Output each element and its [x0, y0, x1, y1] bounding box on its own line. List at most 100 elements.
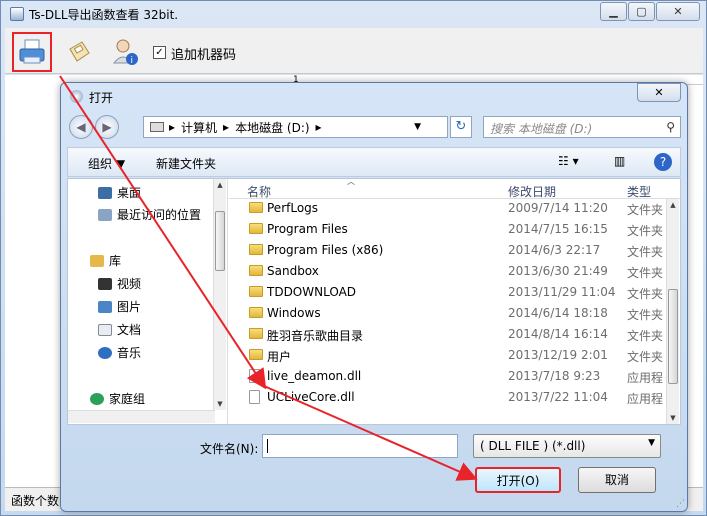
- file-name: Windows: [267, 306, 321, 320]
- file-row[interactable]: 用户 2013/12/19 2:01 文件夹: [229, 345, 669, 366]
- maximize-button[interactable]: ▢: [628, 2, 655, 21]
- view-options-button[interactable]: ☷ ▾: [558, 154, 579, 168]
- navigation-horizontal-scrollbar[interactable]: [68, 410, 215, 423]
- main-toolbar: i ✓ 追加机器码: [5, 28, 703, 74]
- forward-button[interactable]: ▶: [95, 115, 119, 139]
- caption-buttons: ▁ ▢ ✕: [599, 2, 700, 21]
- navigation-scroll-thumb[interactable]: [215, 211, 225, 271]
- file-name: Program Files: [267, 222, 348, 236]
- file-name: live_deamon.dll: [267, 369, 362, 383]
- nav-item-documents[interactable]: 文档: [98, 321, 141, 338]
- user-info-button[interactable]: i: [105, 32, 145, 72]
- chevron-down-icon: ▼: [648, 438, 655, 448]
- filename-input[interactable]: [262, 434, 458, 458]
- save-button[interactable]: [59, 32, 99, 72]
- file-row[interactable]: 胜羽音乐歌曲目录 2014/8/14 16:14 文件夹: [229, 324, 669, 345]
- nav-item-homegroup[interactable]: 家庭组: [90, 390, 145, 407]
- organize-menu[interactable]: 组织 ▼: [88, 155, 125, 172]
- minimize-button[interactable]: ▁: [600, 2, 627, 21]
- address-dropdown-icon[interactable]: ▼: [414, 117, 421, 137]
- open-dll-button[interactable]: [12, 32, 52, 72]
- dll-file-icon: [249, 390, 260, 404]
- file-date: 2013/6/30 21:49: [508, 264, 608, 278]
- filename-label: 文件名(N):: [200, 442, 259, 456]
- file-type: 文件夹: [627, 266, 664, 280]
- file-row[interactable]: Sandbox 2013/6/30 21:49 文件夹: [229, 261, 669, 282]
- file-row[interactable]: TDDOWNLOAD 2013/11/29 11:04 文件夹: [229, 282, 669, 303]
- file-date: 2014/6/3 22:17: [508, 243, 601, 257]
- file-row[interactable]: UCLiveCore.dll 2013/7/22 11:04 应用程: [229, 387, 669, 408]
- file-list: 名称 修改日期 类型 ︿ PerfLogs 2009/7/14 11:20 文件夹 P…: [229, 179, 680, 424]
- file-name: 胜羽音乐歌曲目录: [267, 329, 364, 343]
- file-type-select[interactable]: ( DLL FILE ) (*.dll) ▼: [473, 434, 661, 458]
- breadcrumb-local-disk[interactable]: 本地磁盘 (D:): [235, 119, 309, 136]
- close-button[interactable]: ✕: [656, 2, 700, 21]
- file-type: 文件夹: [627, 308, 664, 322]
- nav-item-pictures[interactable]: 图片: [98, 298, 141, 315]
- scroll-down-icon[interactable]: ▼: [214, 398, 226, 410]
- close-icon: ✕: [654, 86, 664, 99]
- nav-item-library[interactable]: 库: [90, 252, 121, 269]
- dialog-close-button[interactable]: ✕: [637, 83, 681, 102]
- folder-icon: [249, 202, 263, 213]
- app-icon: [10, 7, 24, 21]
- minimize-icon: ▁: [609, 5, 618, 18]
- nav-item-music[interactable]: 音乐: [98, 344, 141, 361]
- svg-text:i: i: [131, 56, 134, 66]
- add-machine-code-checkbox[interactable]: ✓: [153, 46, 166, 59]
- search-placeholder: 搜索 本地磁盘 (D:): [490, 122, 593, 136]
- preview-pane-button[interactable]: ▥: [614, 154, 625, 168]
- nav-item-recent-places[interactable]: 最近访问的位置: [98, 206, 201, 223]
- nav-item-label: 桌面: [117, 186, 142, 200]
- resize-grip-icon[interactable]: ⋰: [676, 499, 685, 509]
- search-input[interactable]: 搜索 本地磁盘 (D:) ⚲: [483, 116, 681, 138]
- folder-icon: [249, 328, 263, 339]
- dll-file-icon: [249, 369, 260, 383]
- window-title: Ts-DLL导出函数查看 32bit.: [29, 8, 179, 22]
- scroll-up-icon[interactable]: ▲: [667, 199, 679, 211]
- file-date: 2013/7/22 11:04: [508, 390, 608, 404]
- view-list-icon: ☷ ▾: [558, 154, 579, 168]
- help-button[interactable]: ?: [654, 153, 672, 171]
- file-date: 2013/12/19 2:01: [508, 348, 608, 362]
- file-name: Program Files (x86): [267, 243, 384, 257]
- file-date: 2014/8/14 16:14: [508, 327, 608, 341]
- file-list-scroll-thumb[interactable]: [668, 289, 678, 384]
- new-folder-button[interactable]: 新建文件夹: [156, 155, 216, 172]
- dialog-body: 桌面 最近访问的位置 库 视频 图片 文档 音乐 家庭组 ▲ ▼ 名称 修改日期…: [67, 178, 681, 425]
- refresh-button[interactable]: ↻: [450, 116, 472, 138]
- file-type: 应用程: [627, 392, 664, 406]
- nav-item-desktop[interactable]: 桌面: [98, 184, 141, 201]
- address-row: ◀ ▶ ▸ 计算机 ▸ 本地磁盘 (D:) ▸ ▼ ↻ 搜索 本地磁盘 (D:)…: [67, 113, 681, 141]
- address-bar[interactable]: ▸ 计算机 ▸ 本地磁盘 (D:) ▸ ▼: [143, 116, 448, 138]
- file-name: UCLiveCore.dll: [267, 390, 355, 404]
- back-button[interactable]: ◀: [69, 115, 93, 139]
- file-row[interactable]: Program Files (x86) 2014/6/3 22:17 文件夹: [229, 240, 669, 261]
- folder-icon: [249, 244, 263, 255]
- file-row[interactable]: PerfLogs 2009/7/14 11:20 文件夹: [229, 198, 669, 219]
- file-list-scrollbar[interactable]: ▲ ▼: [666, 199, 679, 424]
- file-row[interactable]: live_deamon.dll 2013/7/18 9:23 应用程: [229, 366, 669, 387]
- scroll-up-icon[interactable]: ▲: [214, 179, 226, 191]
- file-row[interactable]: Windows 2014/6/14 18:18 文件夹: [229, 303, 669, 324]
- open-button[interactable]: 打开(O): [475, 467, 561, 493]
- breadcrumb-separator-icon: ▸: [315, 120, 322, 134]
- file-type: 应用程: [627, 371, 664, 385]
- scroll-down-icon[interactable]: ▼: [667, 412, 679, 424]
- file-type-selected: ( DLL FILE ) (*.dll): [480, 439, 586, 453]
- navigation-scrollbar[interactable]: ▲ ▼: [213, 179, 226, 410]
- breadcrumb-computer[interactable]: 计算机: [181, 119, 217, 136]
- file-row[interactable]: Program Files 2014/7/15 16:15 文件夹: [229, 219, 669, 240]
- nav-item-label: 视频: [117, 277, 142, 291]
- folder-icon: [249, 286, 263, 297]
- nav-item-video[interactable]: 视频: [98, 275, 141, 292]
- breadcrumb-separator-icon: ▸: [169, 120, 176, 134]
- nav-item-label: 库: [109, 254, 122, 268]
- preview-pane-icon: ▥: [614, 154, 626, 168]
- file-type: 文件夹: [627, 287, 664, 301]
- nav-item-label: 图片: [117, 300, 142, 314]
- main-titlebar[interactable]: Ts-DLL导出函数查看 32bit. ▁ ▢ ✕: [1, 1, 706, 27]
- file-name: PerfLogs: [267, 201, 319, 215]
- cancel-button[interactable]: 取消: [578, 467, 656, 493]
- file-type: 文件夹: [627, 350, 664, 364]
